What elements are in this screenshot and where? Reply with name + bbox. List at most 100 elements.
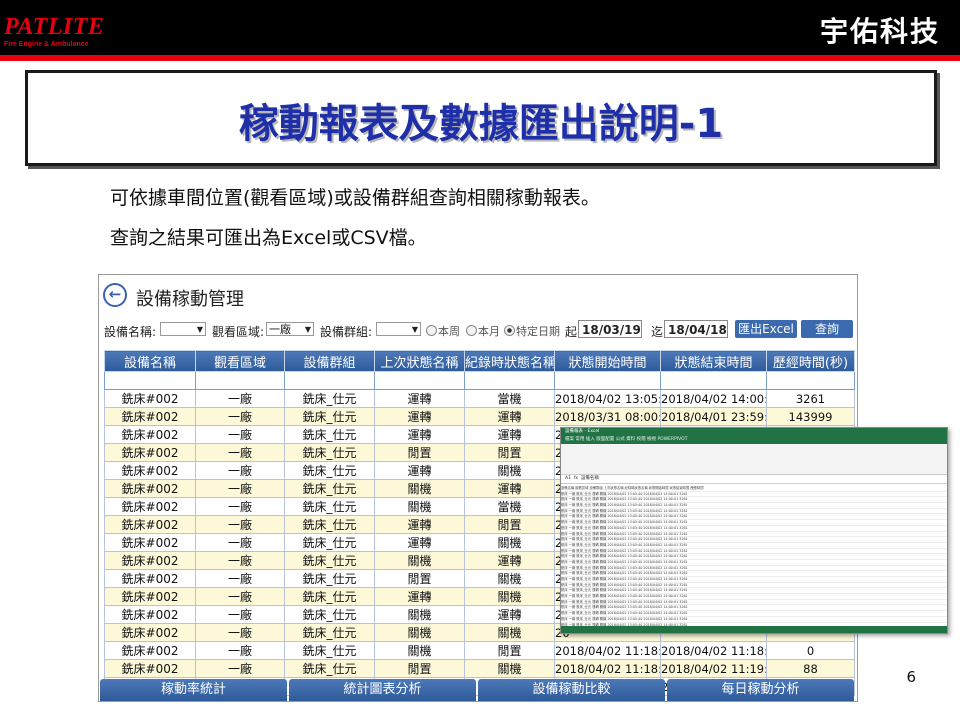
header-bar xyxy=(0,0,960,55)
column-header[interactable]: 歷經時間(秒) xyxy=(766,350,855,372)
radio-specific-date[interactable]: 特定日期 xyxy=(504,323,560,339)
radio-icon xyxy=(466,325,477,336)
column-filter-cell[interactable] xyxy=(284,371,375,390)
excel-sheet: 設備名稱 觀看區域 設備群組 上次狀態名稱 紀錄時狀態名稱 狀態開始時間 狀態結… xyxy=(561,486,947,629)
table-row[interactable]: 銑床#002一廠銑床_仕元運轉運轉2018/03/31 08:00:002018… xyxy=(104,407,855,426)
excel-cell-ref: A1 xyxy=(565,476,571,481)
chevron-down-icon: ▼ xyxy=(304,325,311,334)
bullet-2: 查詢之結果可匯出為Excel或CSV檔。 xyxy=(110,227,427,249)
table-cell: 銑床_仕元 xyxy=(284,569,375,588)
device-name-select[interactable]: ▼ xyxy=(160,322,206,336)
table-cell: 一廠 xyxy=(195,551,285,570)
table-cell: 閒置 xyxy=(374,569,465,588)
table-cell: 運轉 xyxy=(374,425,465,444)
table-cell: 關機 xyxy=(374,551,465,570)
table-cell: 一廠 xyxy=(195,569,285,588)
table-cell: 閒置 xyxy=(464,641,555,660)
patlite-logo: PATLITE xyxy=(4,14,105,40)
table-cell: 銑床#002 xyxy=(104,569,196,588)
table-cell: 運轉 xyxy=(464,605,555,624)
table-cell: 一廠 xyxy=(195,533,285,552)
table-cell: 銑床#002 xyxy=(104,407,196,426)
column-filter-cell[interactable] xyxy=(554,371,661,390)
column-header[interactable]: 狀態結束時間 xyxy=(660,350,767,372)
column-header[interactable]: 設備名稱 xyxy=(104,350,196,372)
group-label: 設備群組: xyxy=(320,325,373,339)
from-date-input[interactable]: 18/03/19 xyxy=(578,320,642,338)
radio-month[interactable]: 本月 xyxy=(466,323,500,339)
device-compare-button[interactable]: 設備稼動比較 xyxy=(478,679,665,701)
to-date-input[interactable]: 18/04/18 xyxy=(664,320,728,338)
table-cell: 一廠 xyxy=(195,587,285,606)
logo-tagline: Fire Engine & Ambulance xyxy=(4,41,89,48)
table-cell: 關機 xyxy=(374,605,465,624)
excel-export-preview: 設備報表 - Excel 檔案 常用 插入 版面配置 公式 資料 校閱 檢視 P… xyxy=(560,427,948,634)
table-cell: 一廠 xyxy=(195,641,285,660)
table-cell: 銑床_仕元 xyxy=(284,443,375,462)
table-cell: 運轉 xyxy=(374,461,465,480)
table-cell: 2018/04/02 13:05:40 xyxy=(554,389,661,408)
table-row[interactable]: 銑床#002一廠銑床_仕元關機閒置2018/04/02 11:18:252018… xyxy=(104,641,855,660)
table-row[interactable]: 銑床#002一廠銑床_仕元運轉當機2018/04/02 13:05:402018… xyxy=(104,389,855,408)
table-cell: 銑床_仕元 xyxy=(284,461,375,480)
column-filter-cell[interactable] xyxy=(464,371,555,390)
table-cell: 2018/04/02 11:18:25 xyxy=(660,641,767,660)
header-divider xyxy=(0,55,960,61)
column-filter-cell[interactable] xyxy=(660,371,767,390)
column-header[interactable]: 紀錄時狀態名稱 xyxy=(464,350,555,372)
table-cell: 關機 xyxy=(374,479,465,498)
group-select[interactable]: ▼ xyxy=(376,322,421,336)
table-cell: 銑床#002 xyxy=(104,623,196,642)
column-filter-cell[interactable] xyxy=(374,371,465,390)
query-button[interactable]: 查詢 xyxy=(801,320,853,338)
excel-formula-bar: A1 fx 設備名稱 xyxy=(561,475,947,484)
table-cell: 一廠 xyxy=(195,443,285,462)
radio-week-label: 本周 xyxy=(438,325,460,338)
table-cell: 一廠 xyxy=(195,515,285,534)
device-name-label: 設備名稱: xyxy=(104,325,157,339)
table-cell: 一廠 xyxy=(195,425,285,444)
column-header[interactable]: 設備群組 xyxy=(284,350,375,372)
table-cell: 銑床_仕元 xyxy=(284,425,375,444)
table-cell: 運轉 xyxy=(464,479,555,498)
back-arrow-icon[interactable]: ← xyxy=(103,283,127,307)
column-header[interactable]: 上次狀態名稱 xyxy=(374,350,465,372)
export-excel-button[interactable]: 匯出Excel xyxy=(735,320,797,338)
chart-analysis-button[interactable]: 統計圖表分析 xyxy=(289,679,476,701)
table-cell: 閒置 xyxy=(464,515,555,534)
page-number: 6 xyxy=(906,668,916,686)
bottom-nav: 稼動率統計 統計圖表分析 設備稼動比較 每日稼動分析 xyxy=(99,679,857,701)
table-cell: 銑床_仕元 xyxy=(284,533,375,552)
table-cell: 銑床_仕元 xyxy=(284,641,375,660)
table-cell: 閒置 xyxy=(374,659,465,678)
utilization-stats-button[interactable]: 稼動率統計 xyxy=(100,679,287,701)
daily-analysis-button[interactable]: 每日稼動分析 xyxy=(667,679,854,701)
excel-ribbon-tabs: 檔案 常用 插入 版面配置 公式 資料 校閱 檢視 POWERPIVOT xyxy=(561,436,947,444)
table-cell: 一廠 xyxy=(195,407,285,426)
table-cell: 3261 xyxy=(766,389,855,408)
table-cell: 2018/04/02 14:00:01 xyxy=(660,389,767,408)
table-cell: 運轉 xyxy=(374,389,465,408)
table-cell: 銑床#002 xyxy=(104,659,196,678)
table-cell: 銑床_仕元 xyxy=(284,605,375,624)
table-cell: 銑床_仕元 xyxy=(284,389,375,408)
column-filter-cell[interactable] xyxy=(195,371,285,390)
table-header-row: 設備名稱 觀看區域 設備群組 上次狀態名稱 紀錄時狀態名稱 狀態開始時間 狀態結束時間 歷經時… xyxy=(104,350,855,372)
table-cell: 運轉 xyxy=(374,407,465,426)
area-label: 觀看區域: xyxy=(212,325,265,339)
table-cell: 一廠 xyxy=(195,623,285,642)
column-filter-cell[interactable] xyxy=(104,371,196,390)
radio-week[interactable]: 本周 xyxy=(426,323,460,339)
table-cell: 關機 xyxy=(374,497,465,516)
column-filter-cell[interactable] xyxy=(766,371,855,390)
column-header[interactable]: 狀態開始時間 xyxy=(554,350,661,372)
table-cell: 運轉 xyxy=(374,533,465,552)
table-cell: 銑床#002 xyxy=(104,425,196,444)
table-row[interactable]: 銑床#002一廠銑床_仕元閒置關機2018/04/02 11:18:252018… xyxy=(104,659,855,678)
table-cell: 一廠 xyxy=(195,479,285,498)
table-cell: 閒置 xyxy=(374,443,465,462)
area-select[interactable]: 一廠 ▼ xyxy=(266,322,314,336)
column-header[interactable]: 觀看區域 xyxy=(195,350,285,372)
table-cell: 銑床#002 xyxy=(104,641,196,660)
excel-status-bar xyxy=(561,626,947,633)
